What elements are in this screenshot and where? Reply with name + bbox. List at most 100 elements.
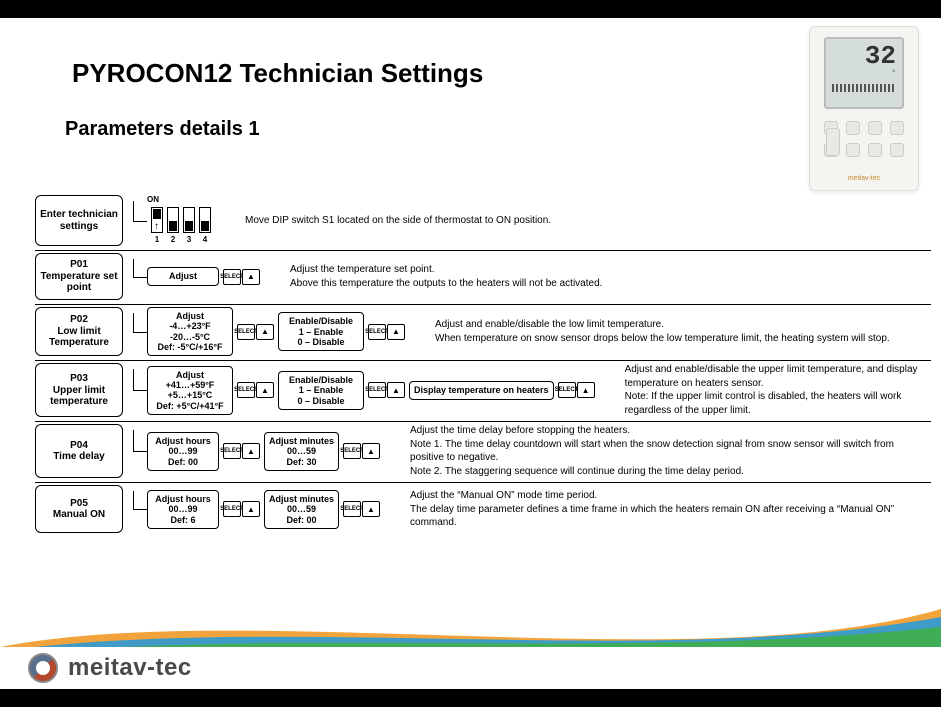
- up-button: [387, 324, 405, 340]
- select-up-pair: SELECT: [223, 269, 260, 285]
- brand-logo-icon: [28, 653, 58, 683]
- param-label: P02 Low limit Temperature: [35, 307, 123, 356]
- param-code: P02: [39, 314, 119, 326]
- select-button: SELECT: [237, 324, 255, 340]
- param-label: P04 Time delay: [35, 424, 123, 478]
- select-button: SELECT: [223, 269, 241, 285]
- param-label-text: Time delay: [39, 451, 119, 463]
- device-btn: [846, 143, 860, 157]
- param-desc: Adjust and enable/disable the low limit …: [405, 307, 931, 356]
- param-desc: Adjust the “Manual ON” mode time period.…: [380, 485, 931, 533]
- step-box: Enable/Disable1 – Enable0 – Disable: [278, 371, 364, 410]
- param-label: P03 Upper limit temperature: [35, 363, 123, 417]
- select-button: SELECT: [558, 382, 576, 398]
- select-up-pair: SELECT: [237, 324, 274, 340]
- up-button: [242, 269, 260, 285]
- connector: [129, 363, 147, 417]
- dip-sw-1: 1: [151, 207, 163, 244]
- device-btn: [890, 121, 904, 135]
- param-label-text: Temperature set point: [39, 271, 119, 294]
- param-row: P01 Temperature set point Adjust SELECT …: [35, 251, 931, 305]
- device-screen: 32 °: [824, 37, 904, 109]
- param-code: P03: [39, 373, 119, 385]
- param-label: P05 Manual ON: [35, 485, 123, 533]
- param-code: P05: [39, 498, 119, 510]
- select-button: SELECT: [368, 324, 386, 340]
- device-btn: [890, 143, 904, 157]
- dip-on-label: ON: [147, 195, 159, 204]
- up-button: [387, 382, 405, 398]
- step-box: Adjust+41…+59°F+5…+15°CDef: +5°C/+41°F: [147, 366, 233, 415]
- param-label-text: Low limit Temperature: [39, 326, 119, 349]
- step-box: Enable/Disable1 – Enable0 – Disable: [278, 312, 364, 351]
- select-button: SELECT: [237, 382, 255, 398]
- steps: Adjust SELECT: [147, 253, 260, 300]
- device-unit: °: [891, 69, 896, 78]
- device-btn: [868, 143, 882, 157]
- select-up-pair: SELECT: [223, 501, 260, 517]
- param-label: Enter technician settings: [35, 195, 123, 246]
- param-desc: Move DIP switch S1 located on the side o…: [215, 195, 931, 246]
- dip-sw-4: 4: [199, 207, 211, 244]
- dip-sw-2: 2: [167, 207, 179, 244]
- steps: Adjust-4…+23°F-20…-5°CDef: -5°C/+16°F SE…: [147, 307, 405, 356]
- select-up-pair: SELECT: [223, 443, 260, 459]
- up-button: [577, 382, 595, 398]
- connector: [129, 307, 147, 356]
- select-button: SELECT: [368, 382, 386, 398]
- param-row: P02 Low limit Temperature Adjust-4…+23°F…: [35, 305, 931, 361]
- select-up-pair: SELECT: [368, 382, 405, 398]
- up-button: [242, 501, 260, 517]
- param-desc: Adjust and enable/disable the upper limi…: [595, 363, 931, 417]
- brand-name: meitav-tec: [68, 654, 192, 682]
- dip-switch: ON 1 2 3 4: [147, 195, 215, 246]
- steps: ON 1 2 3 4: [147, 195, 215, 246]
- select-button: SELECT: [223, 443, 241, 459]
- slide: PYROCON12 Technician Settings Parameters…: [0, 18, 941, 689]
- step-box: Adjust hours00…99Def: 6: [147, 490, 219, 529]
- param-label-text: Manual ON: [39, 509, 119, 521]
- step-box: Adjust minutes00…59Def: 00: [264, 490, 339, 529]
- thermostat-device: 32 ° meitav-tec: [809, 26, 919, 191]
- select-button: SELECT: [343, 443, 361, 459]
- select-up-pair: SELECT: [343, 501, 380, 517]
- step-box: Adjust hours00…99Def: 00: [147, 432, 219, 471]
- up-button: [256, 324, 274, 340]
- device-temp: 32: [865, 43, 896, 69]
- dip-sw-3: 3: [183, 207, 195, 244]
- step-box: Adjust: [147, 267, 219, 285]
- select-up-pair: SELECT: [368, 324, 405, 340]
- select-button: SELECT: [343, 501, 361, 517]
- select-up-pair: SELECT: [343, 443, 380, 459]
- up-button: [242, 443, 260, 459]
- param-row: P05 Manual ON Adjust hours00…99Def: 6 SE…: [35, 483, 931, 537]
- footer-bar: meitav-tec: [0, 647, 941, 689]
- param-code: P01: [39, 259, 119, 271]
- param-label-text: Enter technician settings: [39, 209, 119, 232]
- select-up-pair: SELECT: [237, 382, 274, 398]
- param-code: P04: [39, 440, 119, 452]
- steps: Adjust hours00…99Def: 00 SELECT Adjust m…: [147, 424, 380, 478]
- step-box: Adjust-4…+23°F-20…-5°CDef: -5°C/+16°F: [147, 307, 233, 356]
- device-power-button: [826, 128, 840, 156]
- page-subtitle: Parameters details 1: [65, 118, 260, 141]
- param-desc: Adjust the time delay before stopping th…: [380, 424, 931, 478]
- device-bars: [832, 84, 896, 92]
- page-title: PYROCON12 Technician Settings: [72, 58, 483, 89]
- steps: Adjust+41…+59°F+5…+15°CDef: +5°C/+41°F S…: [147, 363, 595, 417]
- up-button: [362, 501, 380, 517]
- select-button: SELECT: [223, 501, 241, 517]
- connector: [129, 195, 147, 246]
- connector: [129, 485, 147, 533]
- up-button: [362, 443, 380, 459]
- param-row: Enter technician settings ON 1 2 3 4 Mov…: [35, 193, 931, 251]
- select-up-pair: SELECT: [558, 382, 595, 398]
- param-label-text: Upper limit temperature: [39, 385, 119, 408]
- parameter-rows: Enter technician settings ON 1 2 3 4 Mov…: [35, 193, 931, 537]
- steps: Adjust hours00…99Def: 6 SELECT Adjust mi…: [147, 485, 380, 533]
- step-box: Display temperature on heaters: [409, 381, 554, 399]
- param-row: P03 Upper limit temperature Adjust+41…+5…: [35, 361, 931, 422]
- device-btn: [846, 121, 860, 135]
- connector: [129, 253, 147, 300]
- param-desc: Adjust the temperature set point.Above t…: [260, 253, 931, 300]
